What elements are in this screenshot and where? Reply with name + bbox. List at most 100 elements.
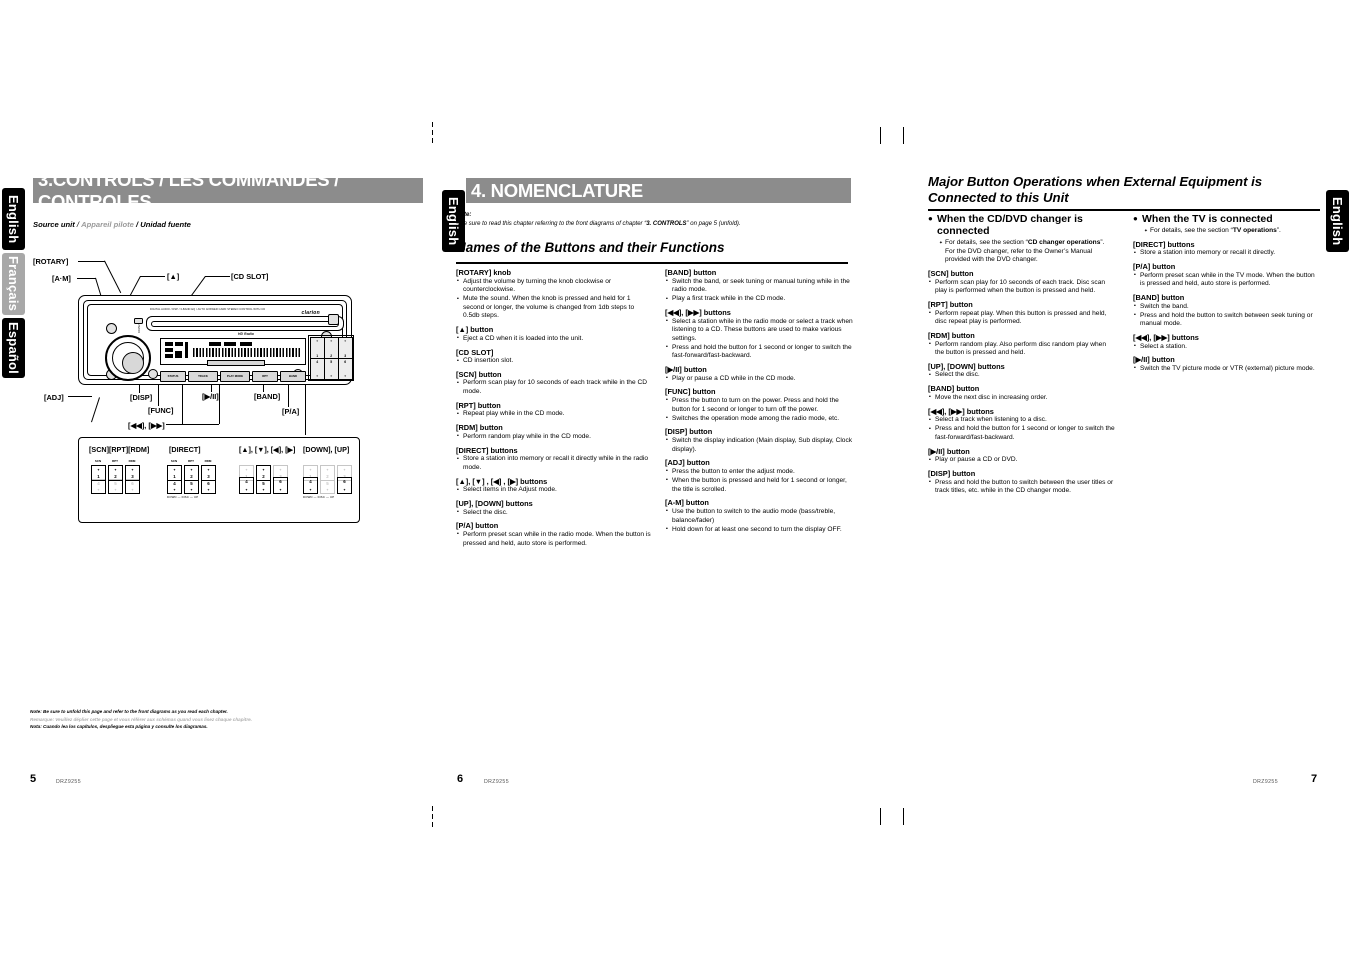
button-description-bullet: Perform random play while in the CD mode… xyxy=(456,432,652,442)
key-label: BAND xyxy=(288,374,298,379)
button-description-bullet: Store a station into memory or recall it… xyxy=(456,455,652,472)
legend-key-mark: ✦ xyxy=(172,468,176,472)
legend-key-half-bottom: 6 ✦ xyxy=(202,480,215,494)
page7-column-right: When the TV is connected For details, see… xyxy=(1133,213,1321,374)
cd-slot[interactable] xyxy=(146,316,344,331)
group-intro-note: For details, see the section “CD changer… xyxy=(938,239,1116,265)
legend-key-number: 5 xyxy=(114,480,117,486)
leader-am-h xyxy=(77,278,96,279)
preset-pad-3[interactable]: ✦ 3 xyxy=(338,337,353,359)
legend-key-half-top: ✦ 2 xyxy=(257,466,270,481)
note-text-b: ” on page 5 (unfold). xyxy=(686,221,741,227)
crop-mark-bottom-left xyxy=(432,806,433,811)
button-heading: [RDM] button xyxy=(456,423,503,433)
group-heading-tv-connected: When the TV is connected xyxy=(1133,213,1321,225)
callout-disp: [DISP] xyxy=(130,393,153,402)
button-description-bullet: Press and hold the button for 1 second o… xyxy=(665,343,853,361)
legend-key-half-bottom: 5 ✦ xyxy=(257,480,270,494)
button-description-bullet: Perform preset scan while in the TV mode… xyxy=(1133,271,1321,289)
cd-disc-icon xyxy=(328,314,339,325)
lcd-indicator-3 xyxy=(165,348,173,352)
button-heading: [SCN] button xyxy=(456,369,502,379)
language-tab-francais-left[interactable]: Français xyxy=(2,253,25,315)
disp-button[interactable] xyxy=(148,369,158,379)
button-heading: [ADJ] button xyxy=(665,458,710,468)
legend-cap-d-scn: SCN xyxy=(170,459,178,463)
button-description-bullet: Store a station into memory or recall it… xyxy=(1133,249,1321,258)
button-heading: [RDM] button xyxy=(928,330,975,340)
button-description-bullet: Play a first track while in the CD mode. xyxy=(665,295,853,304)
legend-key-number: 6 xyxy=(279,479,282,484)
key-label: STATUS xyxy=(167,374,179,379)
group-heading-line2: connected xyxy=(937,225,990,237)
button-heading: [BAND] button xyxy=(928,384,980,394)
legend-key-half-top: ✦ 1 xyxy=(168,466,181,481)
pad-number: 3 xyxy=(344,353,347,358)
key-status[interactable]: STATUS xyxy=(160,371,186,382)
button-heading: [▶/II] button xyxy=(1133,355,1175,365)
button-heading: [P/A] button xyxy=(456,521,499,531)
button-legend-box: [SCN][RPT][RDM] SCN RPT RDM ✦ 1 4 ✦ ✦ 2 5 ✦ … xyxy=(78,437,360,523)
key-label: TRACK xyxy=(198,374,208,379)
language-tab-english-left[interactable]: English xyxy=(2,188,25,250)
legend-key-number: 1 xyxy=(173,473,176,479)
legend-key-mark: ✦ xyxy=(325,468,329,472)
page6-column-left: [ROTARY] knobAdjust the volume by turnin… xyxy=(456,268,652,549)
preset-pad-5[interactable]: 5 ✦ xyxy=(324,358,339,380)
legend-key-mark: ✦ xyxy=(308,468,312,472)
button-description-bullet: Switch the band, or seek tuning or manua… xyxy=(665,277,853,295)
group-heading-line1: When the CD/DVD changer is xyxy=(937,213,1083,225)
section-rule-page6 xyxy=(456,262,848,264)
legend-key-g1-1: ✦ 1 4 ✦ xyxy=(91,465,106,494)
key-playmode[interactable]: PLAY MODE xyxy=(220,371,250,382)
key-band[interactable]: BAND xyxy=(280,371,306,382)
button-description-bullet: Perform repeat play. When this button is… xyxy=(928,309,1116,327)
button-heading: [RPT] button xyxy=(928,299,973,309)
legend-key-mark: ✦ xyxy=(113,488,117,492)
language-tab-espanol-left[interactable]: Español xyxy=(2,318,25,378)
button-description-bullet: Perform random play. Also perform disc r… xyxy=(928,340,1116,358)
preset-pad-6[interactable]: 6 ✦ xyxy=(338,358,353,380)
preset-pad-2[interactable]: ✦ 2 xyxy=(324,337,339,359)
button-heading: [DISP] button xyxy=(928,468,976,478)
key-track[interactable]: TRACK xyxy=(188,371,218,382)
intro-text-a: For details, see the section “ xyxy=(1150,227,1233,234)
eject-button[interactable] xyxy=(134,318,143,324)
callout-adj: [ADJ] xyxy=(44,393,64,402)
legend-key-half-bottom: 4 ✦ xyxy=(239,477,254,494)
rotary-knob[interactable] xyxy=(105,335,151,381)
legend-key-mark: ✦ xyxy=(244,468,248,472)
language-tab-label: English xyxy=(6,194,21,244)
page7-section-title: Major Button Operations when External Eq… xyxy=(928,174,1320,206)
legend-group-title-scn-rpt-rdm: [SCN][RPT][RDM] xyxy=(89,445,150,454)
intro-text-b: ”. xyxy=(1276,227,1281,234)
pad-number: 1 xyxy=(316,353,319,358)
button-description-bullet: Mute the sound. When the knob is pressed… xyxy=(456,295,652,321)
legend-key-mark: ✦ xyxy=(172,488,176,492)
legend-key-number: 2 xyxy=(190,473,193,479)
nomenclature-note-text: • Be sure to read this chapter referring… xyxy=(456,221,848,227)
footer-note-block: Note: Be sure to unfold this page and re… xyxy=(30,708,370,731)
key-label: PLAY MODE xyxy=(226,374,244,379)
legend-cap-d-rpt: RPT xyxy=(188,459,194,463)
leader-eject-h xyxy=(140,276,165,277)
key-rpt[interactable]: RPT xyxy=(252,371,278,382)
preset-pad-1[interactable]: ✦ 1 xyxy=(310,337,325,359)
legend-group-title-down-up: [DOWN], [UP] xyxy=(303,445,350,454)
leader-adj-h xyxy=(68,396,92,397)
section-rule-page7 xyxy=(928,209,1320,211)
lcd-indicator-9 xyxy=(240,342,252,346)
source-unit-label-es: Unidad fuente xyxy=(140,220,191,229)
intro-text-a: For details, see the section “ xyxy=(945,239,1028,246)
legend-key-half-bottom: 4 ✦ xyxy=(92,478,105,494)
preset-pad-4[interactable]: 4 ✦ xyxy=(310,358,325,380)
am-button[interactable] xyxy=(106,323,117,334)
chapter-title-text: 4. NOMENCLATURE xyxy=(471,179,643,201)
button-description-bullet: When the button is pressed and held for … xyxy=(665,476,853,494)
language-tab-english-right[interactable]: English xyxy=(1326,190,1349,252)
legend-key-mark: ✦ xyxy=(130,468,134,472)
button-heading: [◀◀], [▶▶] buttons xyxy=(665,307,731,317)
legend-key-number: 4 xyxy=(97,480,100,486)
button-description-bullet: Repeat play while in the CD mode. xyxy=(456,410,652,419)
button-heading: [DIRECT] buttons xyxy=(1133,239,1195,249)
